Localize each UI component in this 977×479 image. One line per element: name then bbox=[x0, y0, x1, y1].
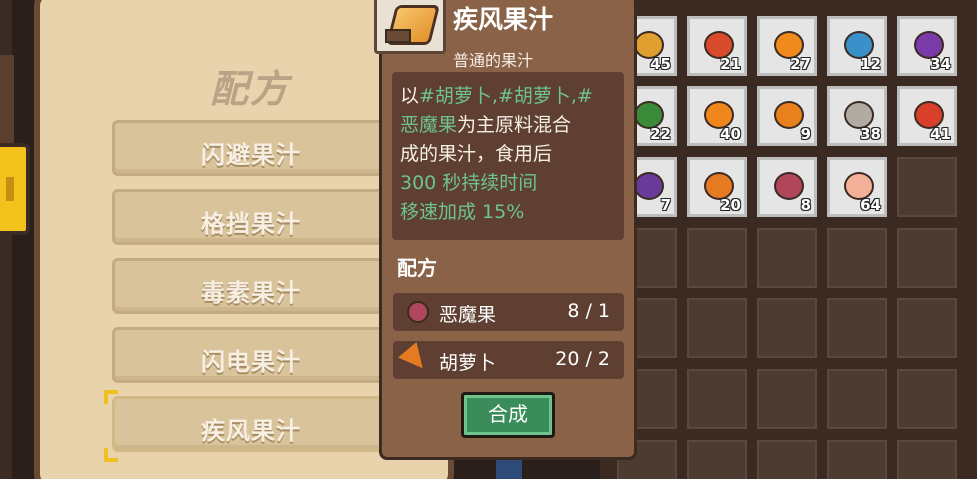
inventory-slot[interactable]: 20 bbox=[687, 157, 747, 217]
recipe-item-lightning-juice[interactable]: 闪电果汁 bbox=[112, 327, 402, 383]
inventory-slot[interactable]: 8 bbox=[757, 157, 817, 217]
selection-corner-icon bbox=[104, 390, 118, 404]
inventory-slot[interactable] bbox=[827, 228, 887, 288]
ingredient-name: 胡萝卜 bbox=[439, 352, 497, 374]
effect-duration: 300 秒持续时间 bbox=[400, 172, 538, 194]
inventory-slot[interactable] bbox=[757, 440, 817, 479]
desc-tags: #胡萝卜,#胡萝卜,# bbox=[419, 85, 593, 107]
recipe-item-label: 毒素果汁 bbox=[201, 279, 301, 307]
item-count: 41 bbox=[930, 125, 951, 143]
inventory-slot[interactable] bbox=[757, 369, 817, 429]
item-count: 8 bbox=[800, 196, 811, 214]
carrot-icon bbox=[398, 342, 432, 376]
craft-button[interactable]: 合成 bbox=[461, 392, 555, 438]
item-count: 21 bbox=[720, 55, 741, 73]
selection-corner-icon bbox=[104, 448, 118, 462]
inventory-slot[interactable] bbox=[687, 228, 747, 288]
inventory-slot[interactable] bbox=[897, 228, 957, 288]
demon-fruit-icon bbox=[774, 172, 804, 200]
recipe-item-poison-juice[interactable]: 毒素果汁 bbox=[112, 258, 402, 314]
inventory-slot[interactable] bbox=[897, 298, 957, 358]
grape-icon bbox=[634, 172, 664, 200]
recipe-item-label: 闪避果汁 bbox=[201, 141, 301, 169]
inventory-slot[interactable] bbox=[687, 440, 747, 479]
inventory-slot[interactable] bbox=[897, 157, 957, 217]
recipe-item-gale-juice[interactable]: 疾风果汁 bbox=[112, 396, 402, 452]
item-count: 20 bbox=[720, 196, 741, 214]
inventory-slot[interactable]: 64 bbox=[827, 157, 887, 217]
recipe-item-label: 疾风果汁 bbox=[201, 417, 301, 445]
left-post bbox=[0, 55, 14, 155]
inventory-slot[interactable]: 34 bbox=[897, 16, 957, 76]
item-count: 64 bbox=[860, 196, 881, 214]
recipe-item-block-juice[interactable]: 格挡果汁 bbox=[112, 189, 402, 245]
inventory-slot[interactable] bbox=[897, 440, 957, 479]
inventory-slot[interactable] bbox=[757, 298, 817, 358]
ingredient-row: 恶魔果 8 / 1 bbox=[393, 293, 624, 331]
desc-tag: 恶魔果 bbox=[400, 114, 458, 136]
recipe-item-dodge-juice[interactable]: 闪避果汁 bbox=[112, 120, 402, 176]
inventory-slot[interactable] bbox=[757, 228, 817, 288]
inventory-slot[interactable]: 27 bbox=[757, 16, 817, 76]
desc-text: 为主原料混合 bbox=[457, 114, 572, 136]
item-count: 40 bbox=[720, 125, 741, 143]
under-strip bbox=[496, 460, 522, 479]
inventory-slot[interactable]: 9 bbox=[757, 86, 817, 146]
item-description: 以#胡萝卜,#胡萝卜,# 恶魔果为主原料混合 成的果汁，食用后 300 秒持续时… bbox=[392, 72, 624, 240]
item-count: 22 bbox=[650, 125, 671, 143]
inventory-slot[interactable] bbox=[687, 369, 747, 429]
side-tab[interactable] bbox=[0, 143, 30, 235]
inventory-slot[interactable] bbox=[827, 440, 887, 479]
item-name: 疾风果汁 bbox=[453, 5, 554, 34]
item-count: 12 bbox=[860, 55, 881, 73]
ingredient-row: 胡萝卜 20 / 2 bbox=[393, 341, 624, 379]
item-count: 38 bbox=[860, 125, 881, 143]
ingredient-name: 恶魔果 bbox=[439, 304, 497, 326]
inventory-slot[interactable] bbox=[827, 369, 887, 429]
inventory-slot[interactable]: 41 bbox=[897, 86, 957, 146]
inventory-slot[interactable]: 38 bbox=[827, 86, 887, 146]
item-count: 9 bbox=[800, 125, 811, 143]
recipe-item-label: 格挡果汁 bbox=[201, 210, 301, 238]
ingredient-qty: 20 / 2 bbox=[555, 348, 610, 370]
gale-juice-icon bbox=[374, 0, 446, 54]
recipe-heading: 配方 bbox=[397, 256, 437, 280]
inventory-slot[interactable] bbox=[827, 298, 887, 358]
ingredient-qty: 8 / 1 bbox=[567, 300, 610, 322]
inventory-slot[interactable]: 21 bbox=[687, 16, 747, 76]
inventory-slot[interactable] bbox=[897, 369, 957, 429]
item-count: 7 bbox=[660, 196, 671, 214]
item-count: 45 bbox=[650, 55, 671, 73]
inventory-slot[interactable]: 12 bbox=[827, 16, 887, 76]
recipe-panel-title: 配方 bbox=[210, 67, 291, 111]
recipe-item-label: 闪电果汁 bbox=[201, 348, 301, 376]
effect-speed: 移速加成 15% bbox=[400, 201, 525, 223]
item-count: 27 bbox=[790, 55, 811, 73]
item-count: 34 bbox=[930, 55, 951, 73]
pumpkin-icon bbox=[774, 101, 804, 129]
demon-fruit-icon bbox=[407, 301, 429, 323]
desc-prefix: 以 bbox=[400, 85, 420, 107]
desc-text: 成的果汁，食用后 bbox=[400, 143, 553, 165]
item-rarity: 普通的果汁 bbox=[453, 51, 534, 70]
inventory-slot[interactable] bbox=[687, 298, 747, 358]
inventory-slot[interactable]: 40 bbox=[687, 86, 747, 146]
